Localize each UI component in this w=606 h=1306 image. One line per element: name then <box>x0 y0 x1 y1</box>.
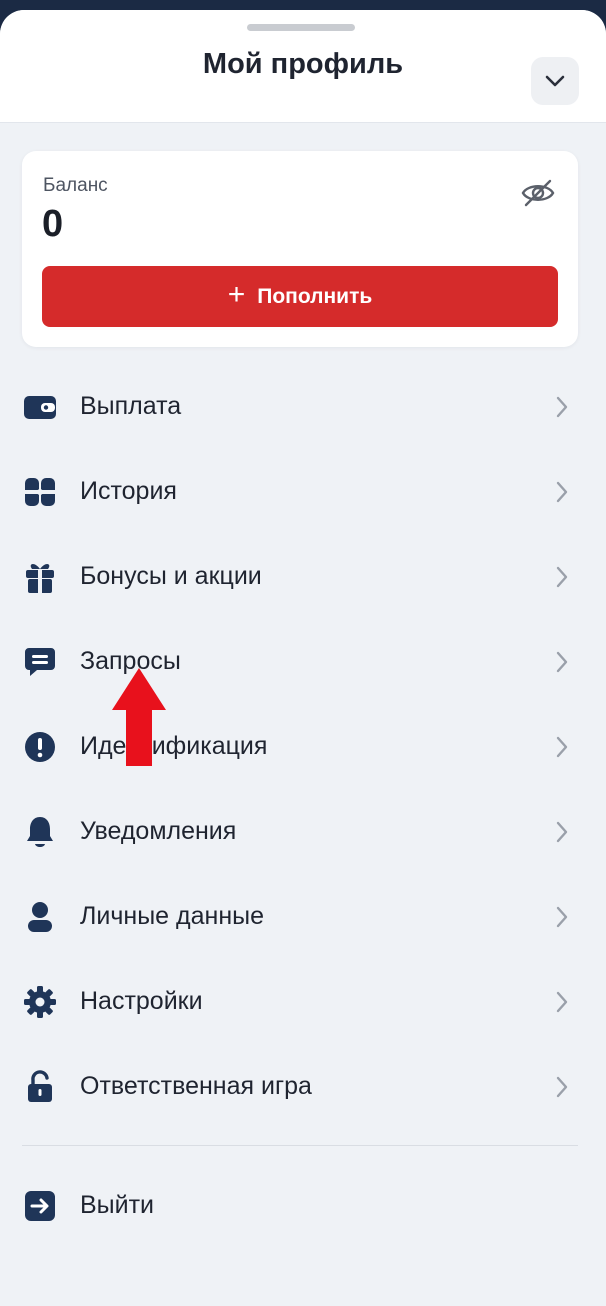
balance-value: 0 <box>42 203 64 245</box>
logout-button[interactable]: Выйти <box>0 1163 606 1248</box>
menu-item-notifications[interactable]: Уведомления <box>0 789 606 874</box>
bell-icon <box>23 815 57 849</box>
menu-item-responsible-gaming[interactable]: Ответственная игра <box>0 1044 606 1129</box>
menu-item-bonuses[interactable]: Бонусы и акции <box>0 534 606 619</box>
menu-item-label: Личные данные <box>80 902 264 930</box>
history-icon <box>23 475 57 509</box>
chevron-right-icon <box>552 735 572 759</box>
balance-label: Баланс <box>43 175 108 196</box>
chat-icon <box>23 645 57 679</box>
chevron-right-icon <box>552 480 572 504</box>
plus-icon: + <box>227 277 246 311</box>
alert-icon <box>23 730 57 764</box>
menu-item-settings[interactable]: Настройки <box>0 959 606 1044</box>
menu-item-label: Бонусы и акции <box>80 562 262 590</box>
sheet-header: Мой профиль <box>0 10 606 123</box>
menu-item-label: Ответственная игра <box>80 1072 312 1100</box>
balance-card: Баланс 0 + Пополнить <box>22 151 578 347</box>
chevron-right-icon <box>552 820 572 844</box>
menu-item-label: Идентификация <box>80 732 268 760</box>
logout-icon <box>23 1189 57 1223</box>
menu-item-requests[interactable]: Запросы <box>0 619 606 704</box>
drag-handle[interactable] <box>247 24 355 31</box>
menu-item-payout[interactable]: Выплата <box>0 364 606 449</box>
page-title: Мой профиль <box>202 48 404 80</box>
chevron-right-icon <box>552 990 572 1014</box>
topup-button-label: Пополнить <box>257 284 373 308</box>
profile-menu: Выплата История Бонусы и акции Запросы И… <box>0 364 606 1129</box>
chevron-right-icon <box>552 565 572 589</box>
logout-label: Выйти <box>80 1191 155 1219</box>
user-icon <box>23 900 57 934</box>
menu-item-personal-data[interactable]: Личные данные <box>0 874 606 959</box>
menu-item-identification[interactable]: Идентификация <box>0 704 606 789</box>
topup-button[interactable]: + Пополнить <box>42 266 558 327</box>
red-arrow-up-icon <box>112 668 166 766</box>
menu-divider <box>22 1145 578 1146</box>
balance-visibility-toggle[interactable] <box>518 175 558 211</box>
collapse-button[interactable] <box>531 57 579 105</box>
profile-sheet: Мой профиль Баланс 0 + Пополнить Выплата… <box>0 10 606 1306</box>
menu-item-label: Уведомления <box>80 817 237 845</box>
chevron-right-icon <box>552 905 572 929</box>
gift-icon <box>23 560 57 594</box>
menu-item-label: Выплата <box>80 392 182 420</box>
chevron-right-icon <box>552 395 572 419</box>
menu-item-label: История <box>80 477 177 505</box>
unlock-icon <box>23 1069 57 1104</box>
chevron-right-icon <box>552 1075 572 1099</box>
chevron-down-icon <box>545 75 565 87</box>
menu-item-label: Настройки <box>80 987 203 1015</box>
menu-item-history[interactable]: История <box>0 449 606 534</box>
wallet-icon <box>23 390 57 424</box>
chevron-right-icon <box>552 650 572 674</box>
gear-icon <box>23 985 57 1019</box>
eye-off-icon <box>521 179 555 207</box>
